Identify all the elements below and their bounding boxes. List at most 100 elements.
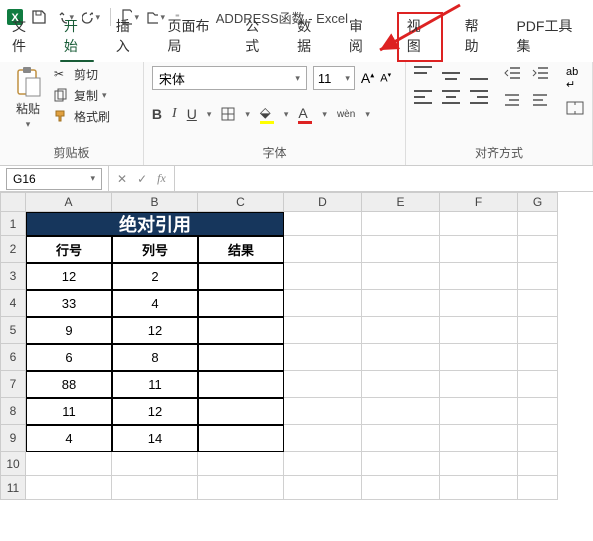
cell-A6[interactable]: 6	[26, 344, 112, 371]
border-button[interactable]	[221, 107, 235, 121]
cell-C5[interactable]	[198, 317, 284, 344]
chevron-down-icon[interactable]: ▾	[26, 119, 31, 130]
cell-F6[interactable]	[440, 344, 518, 371]
cell-G10[interactable]	[518, 452, 558, 476]
row-head-1[interactable]: 1	[0, 212, 26, 236]
col-head-E[interactable]: E	[362, 192, 440, 212]
row-head-3[interactable]: 3	[0, 263, 26, 290]
select-all-corner[interactable]	[0, 192, 26, 212]
cell-A7[interactable]: 88	[26, 371, 112, 398]
cell-B10[interactable]	[112, 452, 198, 476]
row-head-10[interactable]: 10	[0, 452, 26, 476]
cell-D3[interactable]	[284, 263, 362, 290]
merge-cells-icon[interactable]	[566, 101, 584, 118]
merged-header[interactable]: 绝对引用	[26, 212, 284, 236]
row-head-4[interactable]: 4	[0, 290, 26, 317]
font-name-select[interactable]: 宋体▾	[152, 66, 307, 90]
row-head-8[interactable]: 8	[0, 398, 26, 425]
cell-F3[interactable]	[440, 263, 518, 290]
bold-button[interactable]: B	[152, 106, 162, 122]
cell-D11[interactable]	[284, 476, 362, 500]
cell-F9[interactable]	[440, 425, 518, 452]
cell-D7[interactable]	[284, 371, 362, 398]
row-head-6[interactable]: 6	[0, 344, 26, 371]
cell-G11[interactable]	[518, 476, 558, 500]
cell-F8[interactable]	[440, 398, 518, 425]
cell-G1[interactable]	[518, 212, 558, 236]
tab-插入[interactable]: 插入	[112, 12, 146, 62]
cell-D2[interactable]	[284, 236, 362, 263]
align-left-icon[interactable]	[414, 90, 432, 104]
align-top-icon[interactable]	[414, 66, 432, 80]
cell-F11[interactable]	[440, 476, 518, 500]
cell-E8[interactable]	[362, 398, 440, 425]
wrap-text-icon[interactable]: ab↵	[566, 66, 584, 91]
cell-G4[interactable]	[518, 290, 558, 317]
cell-E11[interactable]	[362, 476, 440, 500]
cell-G8[interactable]	[518, 398, 558, 425]
decrease-font-icon[interactable]: A▾	[380, 71, 391, 85]
cell-F4[interactable]	[440, 290, 518, 317]
cell-G5[interactable]	[518, 317, 558, 344]
enter-icon[interactable]: ✓	[137, 172, 147, 186]
open-folder-icon[interactable]: ▾	[147, 8, 165, 26]
col-head-D[interactable]: D	[284, 192, 362, 212]
cell-E10[interactable]	[362, 452, 440, 476]
name-box[interactable]: G16▾	[6, 168, 102, 190]
paste-icon[interactable]	[14, 66, 42, 98]
cell-G3[interactable]	[518, 263, 558, 290]
cell-E6[interactable]	[362, 344, 440, 371]
cell-A10[interactable]	[26, 452, 112, 476]
cut-button[interactable]: ✂剪切	[54, 66, 110, 83]
cell-A4[interactable]: 33	[26, 290, 112, 317]
tab-审阅[interactable]: 审阅	[345, 12, 379, 62]
tab-数据[interactable]: 数据	[293, 12, 327, 62]
cell-B9[interactable]: 14	[112, 425, 198, 452]
cell-B11[interactable]	[112, 476, 198, 500]
cell-B5[interactable]: 12	[112, 317, 198, 344]
cell-G9[interactable]	[518, 425, 558, 452]
cell-C9[interactable]	[198, 425, 284, 452]
row-head-5[interactable]: 5	[0, 317, 26, 344]
cell-G7[interactable]	[518, 371, 558, 398]
fx-icon[interactable]: fx	[157, 171, 166, 186]
tab-页面布局[interactable]: 页面布局	[164, 12, 224, 62]
increase-font-icon[interactable]: A▴	[361, 70, 374, 86]
col-head-F[interactable]: F	[440, 192, 518, 212]
cell-B2[interactable]: 列号	[112, 236, 198, 263]
cell-D5[interactable]	[284, 317, 362, 344]
cell-F10[interactable]	[440, 452, 518, 476]
cell-B7[interactable]: 11	[112, 371, 198, 398]
align-middle-icon[interactable]	[442, 66, 460, 80]
cell-E7[interactable]	[362, 371, 440, 398]
cell-D6[interactable]	[284, 344, 362, 371]
cell-C8[interactable]	[198, 398, 284, 425]
align-center-icon[interactable]	[442, 90, 460, 104]
align-right-icon[interactable]	[470, 90, 488, 104]
tab-帮助[interactable]: 帮助	[461, 12, 495, 62]
decrease-indent-icon-2[interactable]	[504, 93, 522, 110]
cell-E1[interactable]	[362, 212, 440, 236]
cell-A5[interactable]: 9	[26, 317, 112, 344]
cell-E4[interactable]	[362, 290, 440, 317]
fill-color-button[interactable]: ⬙	[260, 104, 274, 124]
copy-button[interactable]: 复制▾	[54, 87, 110, 104]
cell-D4[interactable]	[284, 290, 362, 317]
cell-D9[interactable]	[284, 425, 362, 452]
format-painter-button[interactable]: 格式刷	[54, 108, 110, 125]
col-head-B[interactable]: B	[112, 192, 198, 212]
row-head-11[interactable]: 11	[0, 476, 26, 500]
tab-视图[interactable]: 视图	[397, 12, 443, 62]
cell-B8[interactable]: 12	[112, 398, 198, 425]
cell-G2[interactable]	[518, 236, 558, 263]
col-head-G[interactable]: G	[518, 192, 558, 212]
underline-button[interactable]: U	[187, 106, 197, 122]
increase-indent-icon[interactable]	[532, 66, 550, 83]
cell-F2[interactable]	[440, 236, 518, 263]
cell-G6[interactable]	[518, 344, 558, 371]
cell-D10[interactable]	[284, 452, 362, 476]
cell-E3[interactable]	[362, 263, 440, 290]
cell-D8[interactable]	[284, 398, 362, 425]
tab-公式[interactable]: 公式	[241, 12, 275, 62]
cell-C11[interactable]	[198, 476, 284, 500]
